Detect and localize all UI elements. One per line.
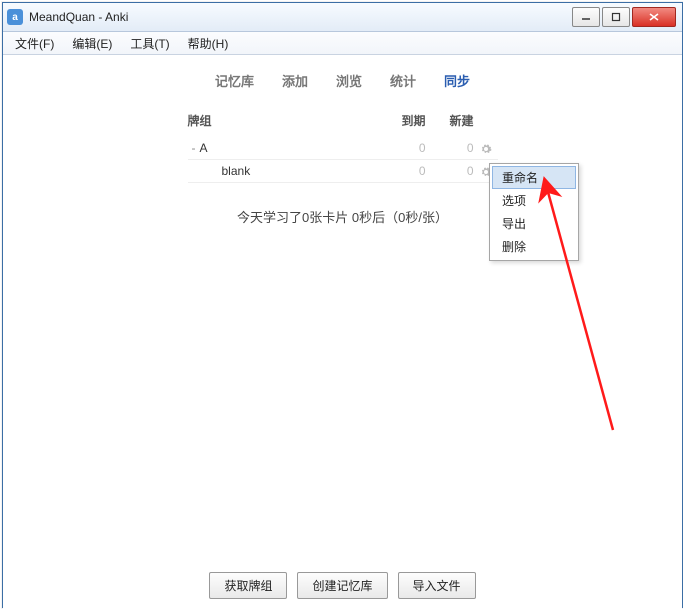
deck-context-menu: 重命名 选项 导出 删除 xyxy=(489,163,579,261)
content-area: 记忆库 添加 浏览 统计 同步 牌组 到期 新建 - A 0 0 xyxy=(3,55,682,609)
app-window: MeandQuan - Anki 文件(F) 编辑(E) 工具(T) 帮助(H)… xyxy=(2,2,683,608)
window-controls xyxy=(572,7,676,27)
deck-new: 0 xyxy=(426,164,474,178)
context-delete[interactable]: 删除 xyxy=(492,235,576,258)
top-nav: 记忆库 添加 浏览 统计 同步 xyxy=(3,55,682,90)
gear-icon xyxy=(480,143,492,155)
deck-due: 0 xyxy=(378,141,426,155)
import-file-button[interactable]: 导入文件 xyxy=(398,572,476,599)
menu-edit[interactable]: 编辑(E) xyxy=(64,33,120,54)
deck-gear-button[interactable] xyxy=(474,141,498,155)
deck-table-header: 牌组 到期 新建 xyxy=(188,108,498,137)
deck-name[interactable]: A xyxy=(200,141,378,155)
nav-browse[interactable]: 浏览 xyxy=(336,71,362,90)
nav-add[interactable]: 添加 xyxy=(282,71,308,90)
study-summary: 今天学习了0张卡片 0秒后（0秒/张） xyxy=(3,207,682,226)
close-icon xyxy=(648,12,660,22)
create-deck-button[interactable]: 创建记忆库 xyxy=(297,572,387,599)
bottom-bar: 获取牌组 创建记忆库 导入文件 xyxy=(3,572,682,599)
window-title: MeandQuan - Anki xyxy=(29,10,572,24)
context-export[interactable]: 导出 xyxy=(492,212,576,235)
context-rename[interactable]: 重命名 xyxy=(492,166,576,189)
deck-row[interactable]: blank 0 0 xyxy=(188,160,498,183)
deck-due: 0 xyxy=(378,164,426,178)
menu-help[interactable]: 帮助(H) xyxy=(180,33,237,54)
minimize-icon xyxy=(581,12,591,22)
app-icon xyxy=(7,9,23,25)
col-header-name: 牌组 xyxy=(188,112,378,129)
titlebar: MeandQuan - Anki xyxy=(3,3,682,32)
maximize-button[interactable] xyxy=(602,7,630,27)
context-options[interactable]: 选项 xyxy=(492,189,576,212)
col-header-new: 新建 xyxy=(426,112,474,129)
get-decks-button[interactable]: 获取牌组 xyxy=(209,572,287,599)
deck-new: 0 xyxy=(426,141,474,155)
nav-decks[interactable]: 记忆库 xyxy=(215,71,254,90)
deck-row[interactable]: - A 0 0 xyxy=(188,137,498,160)
menubar: 文件(F) 编辑(E) 工具(T) 帮助(H) xyxy=(3,32,682,55)
menu-file[interactable]: 文件(F) xyxy=(7,33,62,54)
menu-tools[interactable]: 工具(T) xyxy=(122,33,177,54)
maximize-icon xyxy=(611,12,621,22)
deck-name[interactable]: blank xyxy=(200,164,378,178)
col-header-due: 到期 xyxy=(378,112,426,129)
nav-stats[interactable]: 统计 xyxy=(390,71,416,90)
close-button[interactable] xyxy=(632,7,676,27)
collapse-toggle[interactable]: - xyxy=(188,141,200,155)
minimize-button[interactable] xyxy=(572,7,600,27)
deck-table: 牌组 到期 新建 - A 0 0 blank 0 0 xyxy=(188,108,498,183)
nav-sync[interactable]: 同步 xyxy=(444,71,470,90)
